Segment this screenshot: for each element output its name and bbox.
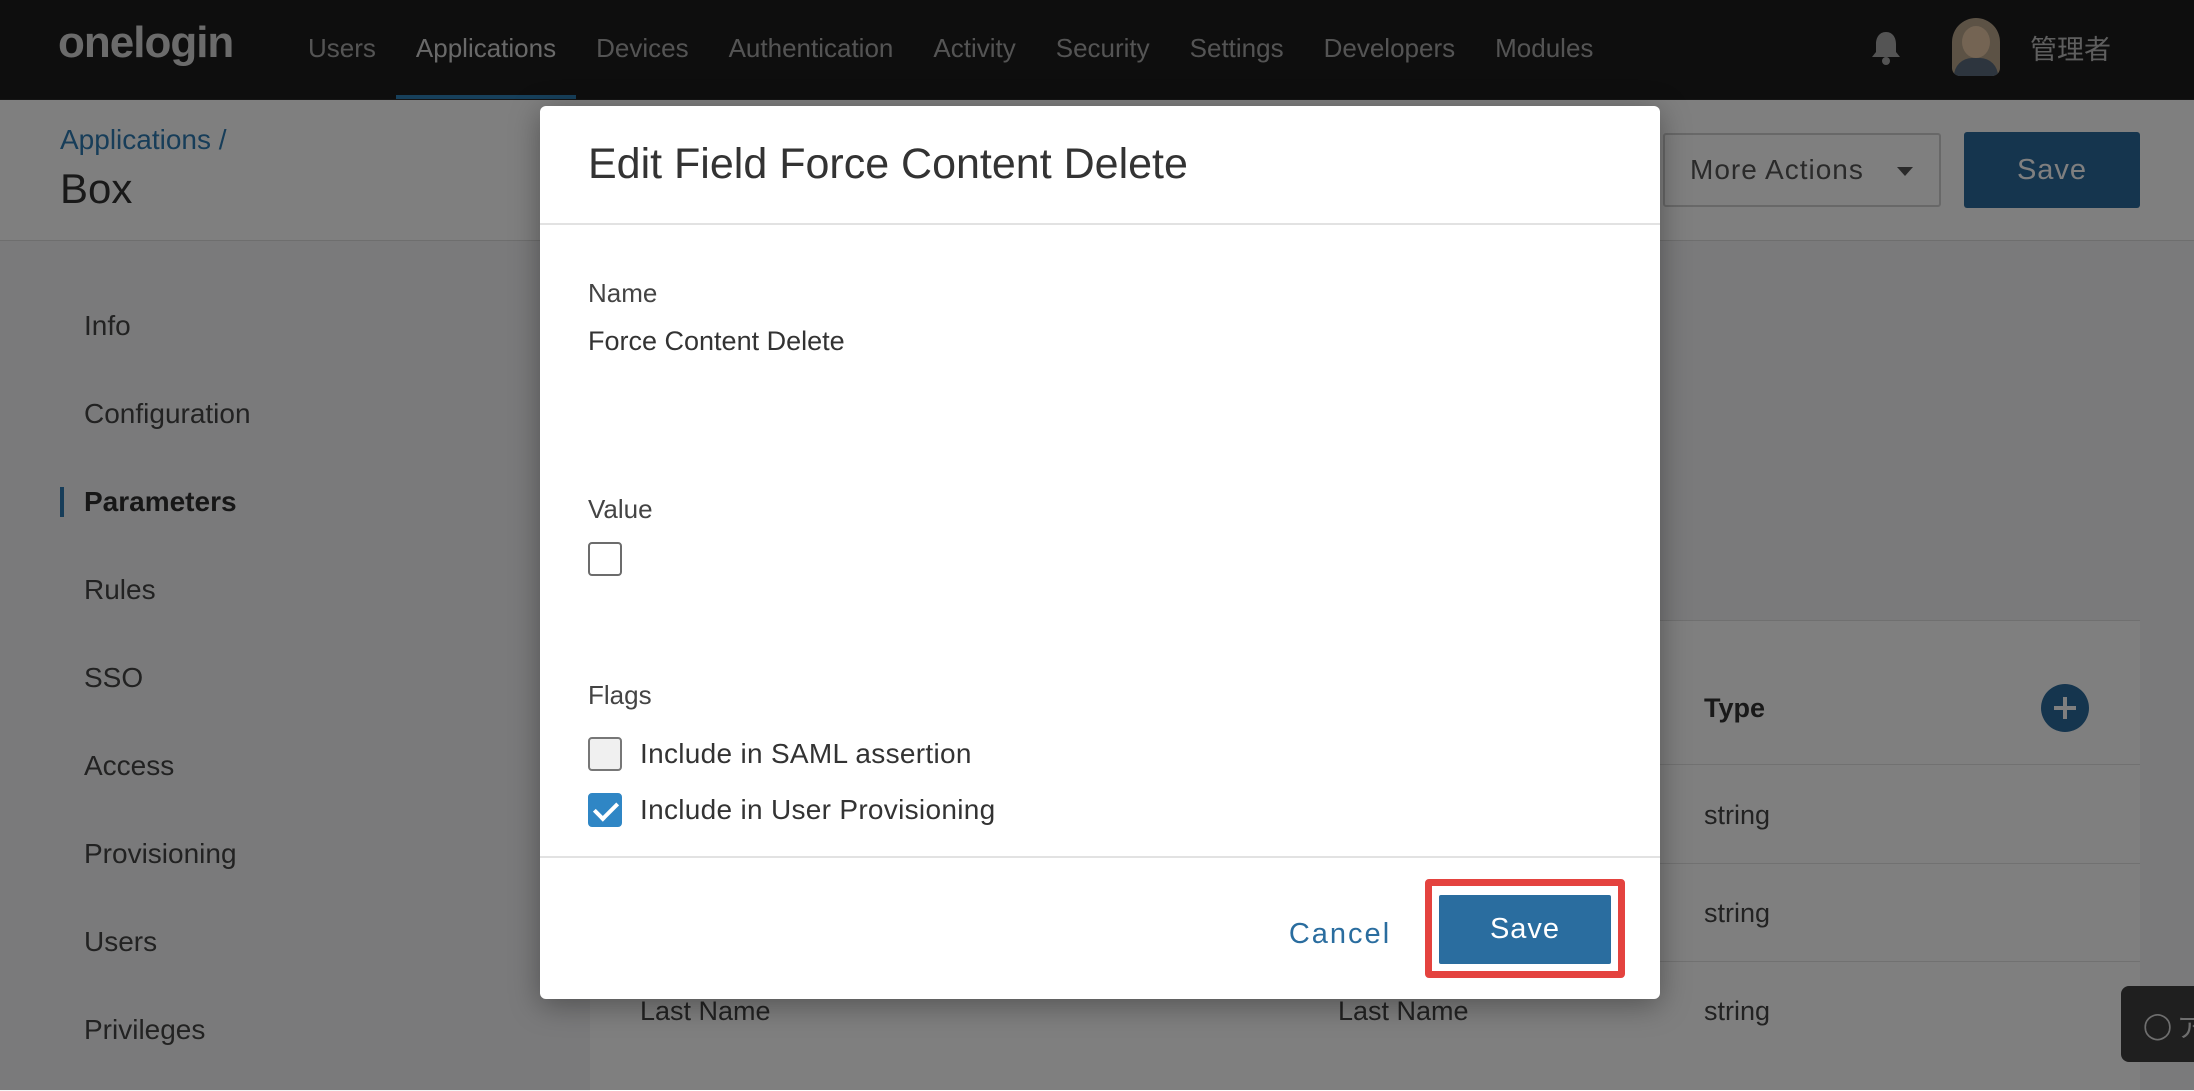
cancel-button[interactable]: Cancel	[1260, 896, 1420, 972]
edit-field-dialog: Edit Field Force Content Delete Name For…	[540, 106, 1660, 999]
dialog-footer-divider	[540, 856, 1660, 858]
name-value: Force Content Delete	[588, 326, 845, 356]
include-provisioning-checkbox[interactable]	[588, 793, 622, 827]
include-saml-checkbox[interactable]	[588, 737, 622, 771]
dialog-title: Edit Field Force Content Delete	[588, 140, 1188, 188]
flags-label: Flags	[588, 680, 652, 710]
dialog-header-divider	[540, 223, 1660, 225]
name-label: Name	[588, 278, 658, 308]
value-label: Value	[588, 494, 653, 524]
include-provisioning-label[interactable]: Include in User Provisioning	[640, 794, 995, 826]
include-saml-label[interactable]: Include in SAML assertion	[640, 738, 972, 770]
save-button[interactable]: Save	[1439, 895, 1611, 964]
value-checkbox[interactable]	[588, 542, 622, 576]
